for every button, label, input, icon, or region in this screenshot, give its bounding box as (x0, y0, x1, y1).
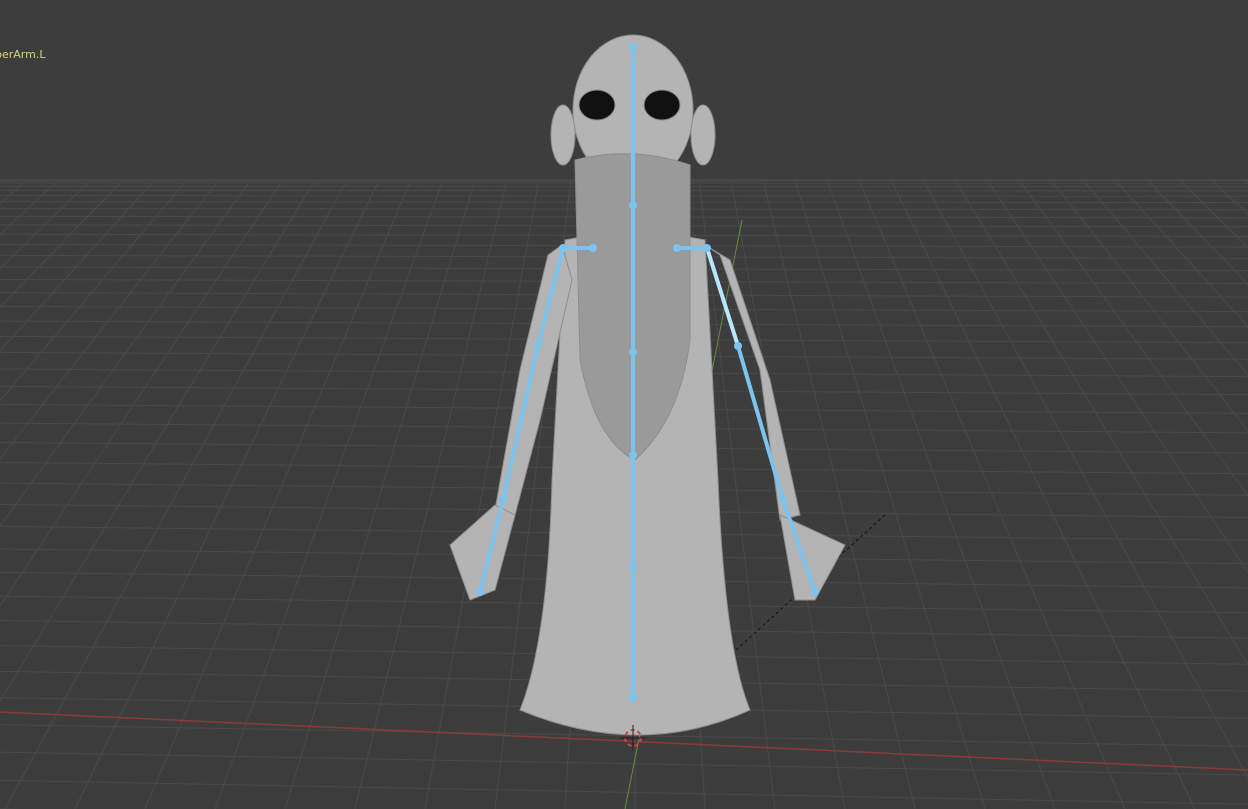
left-eye (578, 89, 616, 121)
bone-joint[interactable] (629, 562, 637, 570)
bone-joint[interactable] (779, 496, 787, 504)
bone-joint[interactable] (629, 43, 637, 51)
right-ear (690, 104, 716, 166)
bone-joint[interactable] (629, 348, 637, 356)
bone-joint[interactable] (629, 451, 637, 459)
bone-joint[interactable] (629, 201, 637, 209)
bone-joint[interactable] (811, 588, 819, 596)
bone-joint[interactable] (629, 694, 637, 702)
bone-joint[interactable] (703, 244, 711, 252)
bone-joint[interactable] (734, 342, 742, 350)
left-ear (550, 104, 576, 166)
bone-joint[interactable] (673, 244, 681, 252)
bone-joint[interactable] (534, 341, 542, 349)
bone-joint[interactable] (559, 244, 567, 252)
bone-joint[interactable] (589, 244, 597, 252)
character-mesh (449, 34, 846, 736)
active-bone-label: perArm.L (0, 48, 46, 61)
bone-joint[interactable] (499, 496, 507, 504)
right-eye (643, 89, 681, 121)
bone-joint[interactable] (476, 588, 484, 596)
3d-viewport[interactable] (0, 0, 1248, 809)
